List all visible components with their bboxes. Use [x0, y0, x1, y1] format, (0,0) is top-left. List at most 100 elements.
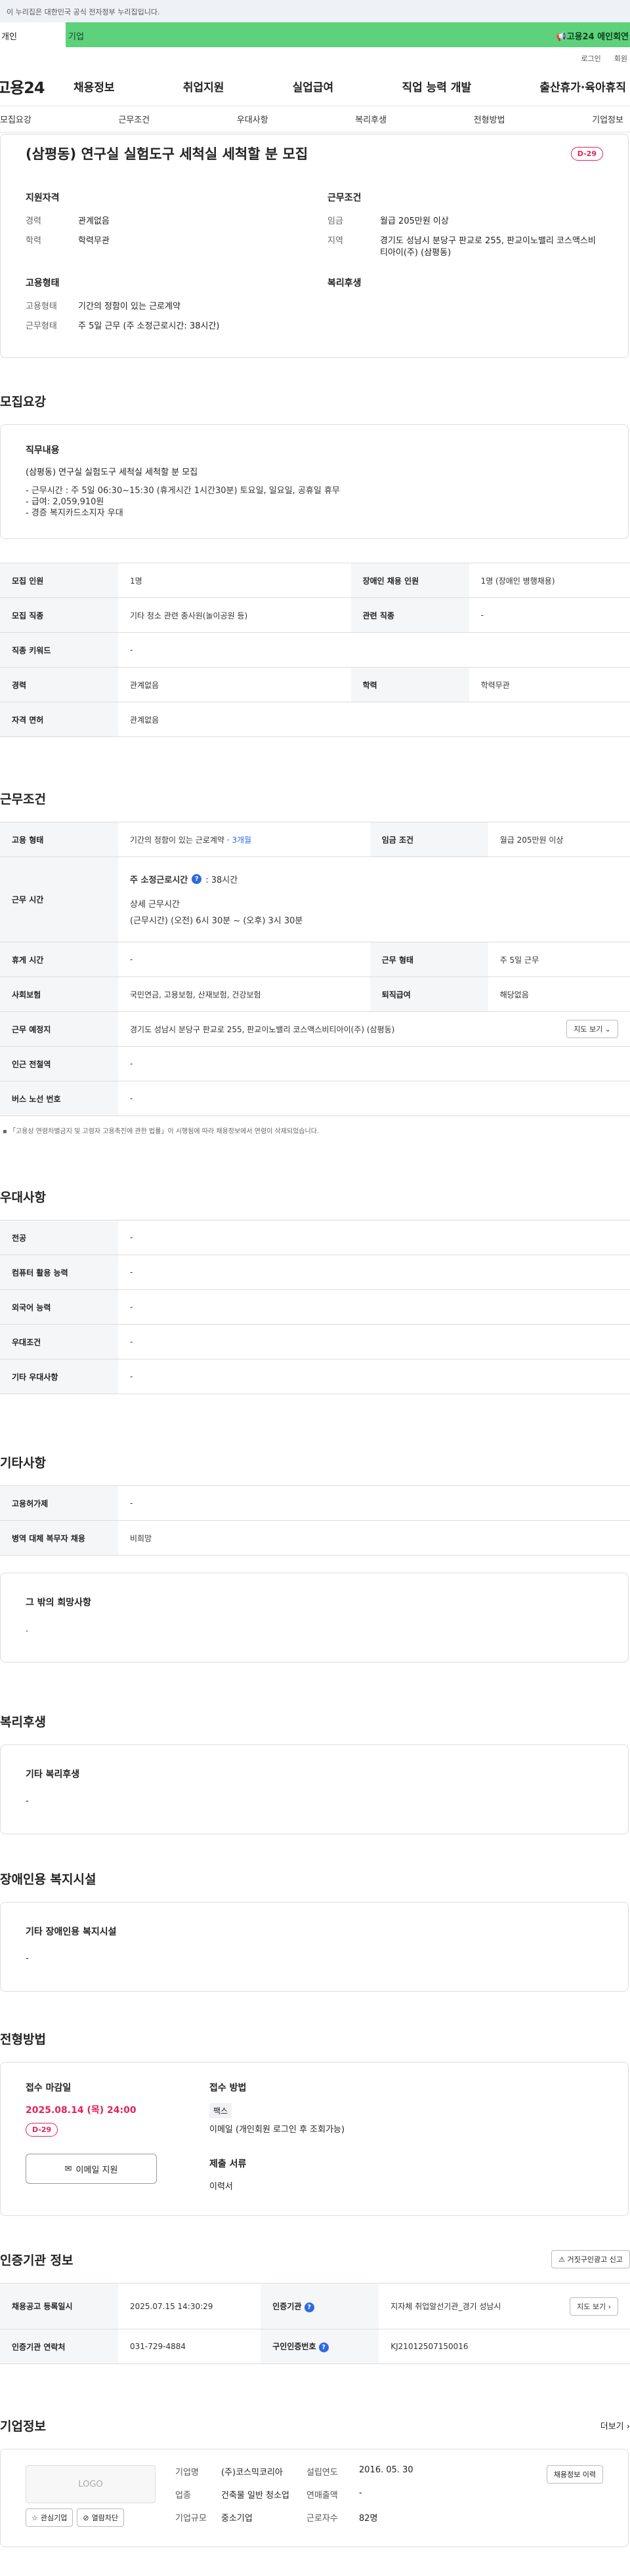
corp-industry-value: 건축물 일반 청소업 — [221, 2491, 289, 2501]
summary-employment: 고용형태 고용형태 기간의 정함이 있는 근로계약 근무형태 주 5일 근무 (주 … — [26, 276, 301, 340]
table-header-cell: 인증기관 연락처 — [0, 2329, 118, 2364]
report-false-ad-button[interactable]: ⚠ 거짓구인광고 신고 — [551, 2250, 630, 2268]
table-row: 휴게 시간 - 근무 형태 주 5일 근무 — [0, 942, 630, 977]
util-links: 로그인 회원 — [0, 47, 630, 67]
table-header-cell: 휴게 시간 — [0, 942, 118, 977]
section-title-recruit: 모집요강 — [0, 395, 46, 409]
table-header-cell: 버스 노선 번호 — [0, 1081, 118, 1116]
corp-est-label: 설립연도 — [306, 2468, 338, 2478]
table-cell: - — [118, 632, 630, 668]
event-banner-link[interactable]: 📢고용24 에인회연 — [556, 30, 629, 42]
table-header-cell: 구인인증번호 ? — [261, 2329, 379, 2364]
table-header-cell: 관련 직종 — [350, 597, 469, 633]
duty-line: (삼평동) 연구실 실험도구 세척실 세척할 분 모집 — [26, 468, 198, 477]
corp-info-grid: 기업명 (주)코스믹코리아 설립연도 2016. 05. 30 업종 건축물 일… — [175, 2465, 444, 2527]
kv-value: 관계없음 — [78, 216, 110, 226]
table-cell: - — [118, 1255, 630, 1290]
method-value: 이메일 (개인회원 로그인 후 조회가능) — [209, 2125, 345, 2135]
table-cell: - — [469, 597, 630, 633]
anchor-welfare[interactable]: 복리후생 — [355, 113, 387, 125]
table-row: 병역 대체 복무자 채용 비희망 — [0, 1520, 630, 1556]
work-table: 고용 형태 기간의 정함이 있는 근로계약 · 3개월 임금 조건 월급 205… — [0, 822, 630, 1116]
corp-size-value: 중소기업 — [221, 2514, 253, 2524]
detail-hours-value: (근무시간) (오전) 6시 30분 ~ (오후) 3시 30분 — [130, 916, 303, 926]
cert-agency-label: 인증기관 — [272, 2301, 302, 2311]
map-view-button[interactable]: 지도 보기 ⌄ — [566, 1020, 618, 1038]
summary-conditions: 근무조건 임금 월급 205만원 이상 지역 경기도 성남시 분당구 판교로 255… — [327, 191, 603, 267]
gnb-item-employment-support[interactable]: 취업지원 — [183, 78, 224, 94]
corp-more-link[interactable]: 더보기 › — [600, 2419, 630, 2432]
table-cell: 2025.07.15 14:30:29 — [118, 2283, 261, 2329]
kv-value: 주 5일 근무 (주 소정근로시간: 38시간) — [78, 321, 220, 331]
login-link[interactable]: 로그인 — [581, 53, 600, 67]
join-link[interactable]: 회원 — [614, 53, 627, 67]
email-apply-label: 이메일 지원 — [75, 2165, 118, 2175]
section-anchor-nav: 모집요강 근무조건 우대사항 복리후생 전형방법 기업정보 — [0, 106, 630, 132]
tab-person[interactable]: 개인 — [0, 22, 66, 47]
member-type-tabs: 개인 기업 📢고용24 에인회연 — [0, 22, 630, 47]
table-header-cell: 자격 면허 — [0, 702, 118, 737]
event-banner-text: 고용24 에인회연 — [566, 32, 629, 42]
agency-map-button[interactable]: 지도 보기 › — [570, 2297, 618, 2316]
anchor-corp-info[interactable]: 기업정보 — [592, 113, 623, 125]
corp-card: LOGO ☆ 관심기업 ⊘ 열람차단 기업명 (주)코스믹코리아 설립연도 2016… — [0, 2449, 629, 2547]
table-cell: - — [118, 1359, 630, 1394]
email-apply-button[interactable]: ✉ 이메일 지원 — [26, 2154, 157, 2184]
help-icon[interactable]: ? — [192, 874, 202, 884]
section-title-etc: 기타사항 — [0, 1456, 46, 1470]
help-icon[interactable]: ? — [304, 2302, 314, 2312]
job-history-button[interactable]: 채용정보 이력 — [546, 2465, 603, 2484]
table-header-cell: 근무 예정지 — [0, 1011, 118, 1047]
gnb-item-unemployment-benefit[interactable]: 실업급여 — [293, 78, 334, 94]
cert-header: 인증기관 정보 ⚠ 거짓구인광고 신고 — [0, 2216, 630, 2283]
table-header-cell: 근무 시간 — [0, 856, 118, 942]
favorite-corp-button[interactable]: ☆ 관심기업 — [26, 2508, 74, 2527]
table-cell: - — [118, 1220, 630, 1255]
gov-notice-text: 이 누리집은 대한민국 공식 전자정부 누리집입니다. — [7, 8, 160, 16]
kv-label: 임금 — [327, 216, 343, 226]
section-title-disability: 장애인용 복지시설 — [0, 1872, 96, 1887]
kv-value: 기간의 정함이 있는 근로계약 — [78, 302, 180, 312]
table-cell: 해당없음 — [488, 976, 630, 1012]
table-header-cell: 모집 인원 — [0, 563, 118, 598]
help-icon[interactable]: ? — [318, 2343, 329, 2352]
block-view-button[interactable]: ⊘ 열람차단 — [77, 2508, 125, 2527]
anchor-work-conditions[interactable]: 근무조건 — [118, 113, 150, 125]
table-cell: 월급 205만원 이상 — [488, 822, 630, 857]
deadline-column: 접수 마감일 2025.08.14 (목) 24:00 D-29 ✉ 이메일 지원 — [26, 2081, 209, 2192]
site-logo[interactable]: 고용24 — [0, 75, 74, 98]
duty-heading: 직무내용 — [26, 445, 60, 456]
table-cell: - — [118, 1289, 630, 1325]
section-title-welfare: 복리후생 — [0, 1715, 46, 1729]
table-header-cell: 전공 — [0, 1220, 118, 1255]
gnb-item-vocational-training[interactable]: 직업 능력 개발 — [402, 78, 471, 94]
anchor-recruit[interactable]: 모집요강 — [0, 113, 32, 125]
table-header-cell: 장애인 채용 인원 — [350, 563, 469, 598]
table-row: 버스 노선 번호 - — [0, 1081, 630, 1116]
mail-icon: ✉ — [64, 2163, 72, 2174]
tab-corp[interactable]: 기업 📢고용24 에인회연 — [66, 22, 630, 47]
block-icon: ⊘ — [83, 2513, 89, 2522]
table-row: 근무 예정지 경기도 성남시 분당구 판교로 255, 판교이노밸리 코스액스비… — [0, 1011, 630, 1047]
cert-number-label: 구인인증번호 — [272, 2342, 316, 2351]
table-cell: - — [118, 1046, 630, 1081]
chevron-right-icon: › — [608, 2302, 611, 2311]
method-heading: 접수 방법 — [209, 2083, 247, 2093]
table-header-cell: 외국어 능력 — [0, 1289, 118, 1325]
welfare-card: 기타 복리후생 - — [0, 1744, 629, 1834]
table-row: 채용공고 등록일시 2025.07.15 14:30:29 인증기관 ? 지자체… — [0, 2283, 630, 2329]
weekly-hours-value: : 38시간 — [205, 875, 238, 885]
report-label: 거짓구인광고 신고 — [567, 2255, 623, 2264]
anchor-preferences[interactable]: 우대사항 — [237, 113, 268, 125]
gnb-item-jobs[interactable]: 채용정보 — [74, 78, 115, 94]
corp-sales-label: 연매출액 — [306, 2491, 338, 2501]
table-cell: 031-729-4884 — [118, 2329, 261, 2364]
other-hope-value: . — [26, 1624, 29, 1634]
gnb-item-parental-leave[interactable]: 출산휴가·육아휴직 — [539, 78, 626, 94]
summary-welfare: 복리후생 — [327, 276, 603, 340]
table-cell: 관계없음 — [118, 667, 351, 702]
anchor-screening[interactable]: 전형방법 — [474, 113, 505, 125]
cert-table: 채용공고 등록일시 2025.07.15 14:30:29 인증기관 ? 지자체… — [0, 2283, 630, 2364]
table-cell: 학력무관 — [469, 667, 630, 702]
docs-heading: 제출 서류 — [209, 2159, 247, 2169]
